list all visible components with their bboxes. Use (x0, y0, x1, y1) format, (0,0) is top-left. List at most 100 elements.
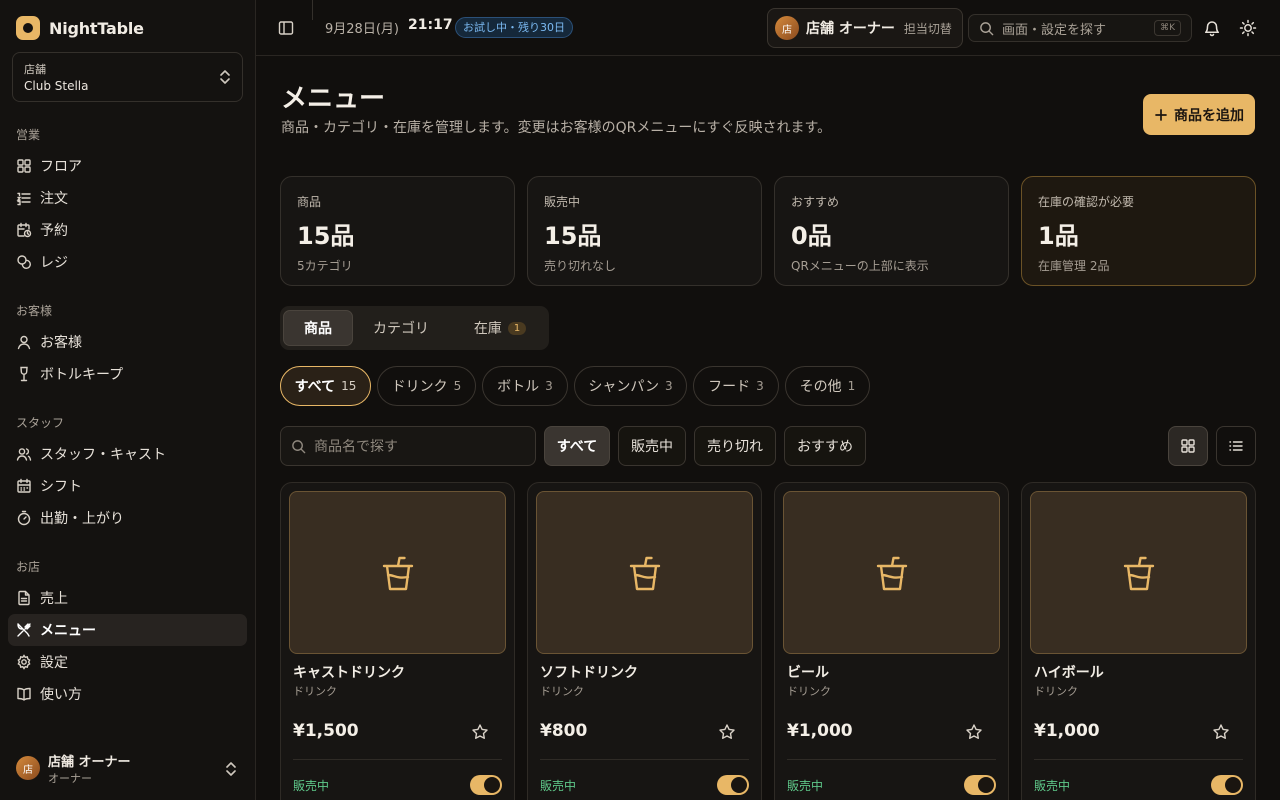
category-chip-champagne[interactable]: シャンパン 3 (574, 366, 687, 406)
search-shortcut: ⌘K (1154, 20, 1181, 36)
sidebar-item-label: 設定 (40, 655, 68, 671)
sidebar-item-label: レジ (40, 255, 68, 271)
product-card[interactable]: ソフトドリンク ドリンク ¥800 販売中 (527, 482, 762, 800)
divider (293, 759, 502, 760)
chip-label: すべて (294, 379, 336, 395)
product-status: 販売中 (787, 779, 824, 793)
stat-card-on-sale: 販売中 15品 売り切れなし (527, 176, 762, 286)
stat-card-recommended: おすすめ 0品 QRメニューの上部に表示 (774, 176, 1009, 286)
stat-value: 0品 (791, 222, 832, 250)
sidebar-toggle-icon[interactable] (276, 18, 296, 38)
sidebar-item-register[interactable]: レジ (8, 246, 247, 278)
category-chip-drink[interactable]: ドリンク 5 (377, 366, 476, 406)
sidebar-item-label: 注文 (40, 191, 68, 207)
chevrons-up-down-icon (226, 762, 236, 776)
calendar-icon (17, 478, 31, 493)
tab-categories[interactable]: カテゴリ (360, 310, 442, 346)
stat-card-stock-warning[interactable]: 在庫の確認が必要 1品 在庫管理 2品 (1021, 176, 1256, 286)
category-chip-all[interactable]: すべて 15 (280, 366, 371, 406)
filter-on-sale-button[interactable]: 販売中 (618, 426, 686, 466)
tab-products[interactable]: 商品 (283, 310, 353, 346)
file-text-icon (18, 590, 30, 606)
chip-label: ボトル (497, 379, 540, 395)
user-icon (17, 335, 31, 350)
sidebar-item-settings[interactable]: 設定 (8, 646, 247, 678)
product-card[interactable]: キャストドリンク ドリンク ¥1,500 販売中 (280, 482, 515, 800)
list-ordered-icon (16, 192, 31, 206)
grid-view-icon (1181, 439, 1195, 453)
product-price: ¥1,000 (787, 721, 853, 741)
filter-all-button[interactable]: すべて (544, 426, 610, 466)
sun-icon[interactable] (1239, 19, 1257, 37)
bell-icon[interactable] (1203, 19, 1221, 37)
star-icon[interactable] (718, 723, 736, 741)
add-product-button[interactable]: 商品を追加 (1143, 94, 1255, 135)
sale-toggle[interactable] (717, 775, 749, 795)
avatar: 店 (775, 16, 799, 40)
category-chip-food[interactable]: フード 3 (693, 366, 779, 406)
search-icon (980, 21, 994, 35)
sidebar-item-menu[interactable]: メニュー (8, 614, 247, 646)
sale-toggle[interactable] (470, 775, 502, 795)
cup-soda-icon (629, 556, 660, 590)
sale-toggle[interactable] (964, 775, 996, 795)
chip-label: フード (708, 379, 751, 395)
coins-icon (17, 255, 31, 269)
product-price: ¥800 (540, 721, 588, 741)
store-selector[interactable]: 店舗 Club Stella (12, 52, 243, 102)
current-time: 21:17 (408, 17, 453, 33)
sidebar-item-shift[interactable]: シフト (8, 470, 247, 502)
tab-label: 在庫 (473, 321, 502, 337)
sidebar-item-bottle-keep[interactable]: ボトルキープ (8, 358, 247, 390)
product-name: ソフトドリンク (540, 665, 638, 681)
sidebar-item-guide[interactable]: 使い方 (8, 678, 247, 710)
role-name: 店舗 オーナー (806, 21, 895, 37)
product-card[interactable]: ハイボール ドリンク ¥1,000 販売中 (1021, 482, 1256, 800)
chip-label: その他 (799, 379, 842, 395)
category-chip-other[interactable]: その他 1 (785, 366, 870, 406)
sidebar-item-orders[interactable]: 注文 (8, 182, 247, 214)
role-switcher[interactable]: 店 店舗 オーナー 担当切替 (767, 8, 963, 48)
chip-count: 5 (453, 379, 462, 393)
product-price: ¥1,500 (293, 721, 359, 741)
brand-logo-icon (16, 16, 40, 40)
product-card[interactable]: ビール ドリンク ¥1,000 販売中 (774, 482, 1009, 800)
sidebar-item-label: スタッフ・キャスト (40, 447, 166, 463)
users-icon (16, 448, 32, 461)
filter-recommended-button[interactable]: おすすめ (784, 426, 866, 466)
sidebar-item-floor[interactable]: フロア (8, 150, 247, 182)
divider (1034, 759, 1243, 760)
sidebar-item-attendance[interactable]: 出勤・上がり (8, 502, 247, 534)
list-view-icon (1229, 441, 1243, 451)
tab-stock[interactable]: 在庫 1 (458, 310, 542, 346)
product-status: 販売中 (1034, 779, 1071, 793)
current-date: 9月28日(月) (325, 22, 399, 37)
chip-label: シャンパン (588, 379, 660, 395)
sale-toggle[interactable] (1211, 775, 1243, 795)
list-view-button[interactable] (1216, 426, 1256, 466)
star-icon[interactable] (965, 723, 983, 741)
nav-section-sales: 営業 (16, 128, 41, 142)
global-search[interactable]: 画面・設定を探す ⌘K (968, 14, 1192, 42)
timer-icon (17, 510, 31, 526)
filter-sold-out-button[interactable]: 売り切れ (694, 426, 776, 466)
sidebar-item-sales[interactable]: 売上 (8, 582, 247, 614)
search-icon (292, 439, 306, 453)
product-category: ドリンク (540, 685, 584, 698)
product-category: ドリンク (787, 685, 831, 698)
sidebar-item-customers[interactable]: お客様 (8, 326, 247, 358)
grid-view-button[interactable] (1168, 426, 1208, 466)
sidebar-item-reservations[interactable]: 予約 (8, 214, 247, 246)
stat-label: 在庫の確認が必要 (1038, 195, 1135, 209)
user-menu[interactable]: 店 店舗 オーナー オーナー (16, 752, 240, 785)
product-search-input[interactable]: 商品名で探す (280, 426, 536, 466)
category-chip-bottle[interactable]: ボトル 3 (482, 366, 568, 406)
sidebar-item-staff-cast[interactable]: スタッフ・キャスト (8, 438, 247, 470)
brand-name: NightTable (49, 18, 144, 38)
brand[interactable]: NightTable (16, 16, 144, 40)
nav-section-store: お店 (16, 560, 41, 574)
star-icon[interactable] (1212, 723, 1230, 741)
utensils-icon (17, 623, 31, 637)
star-icon[interactable] (471, 723, 489, 741)
gear-icon (17, 654, 31, 670)
